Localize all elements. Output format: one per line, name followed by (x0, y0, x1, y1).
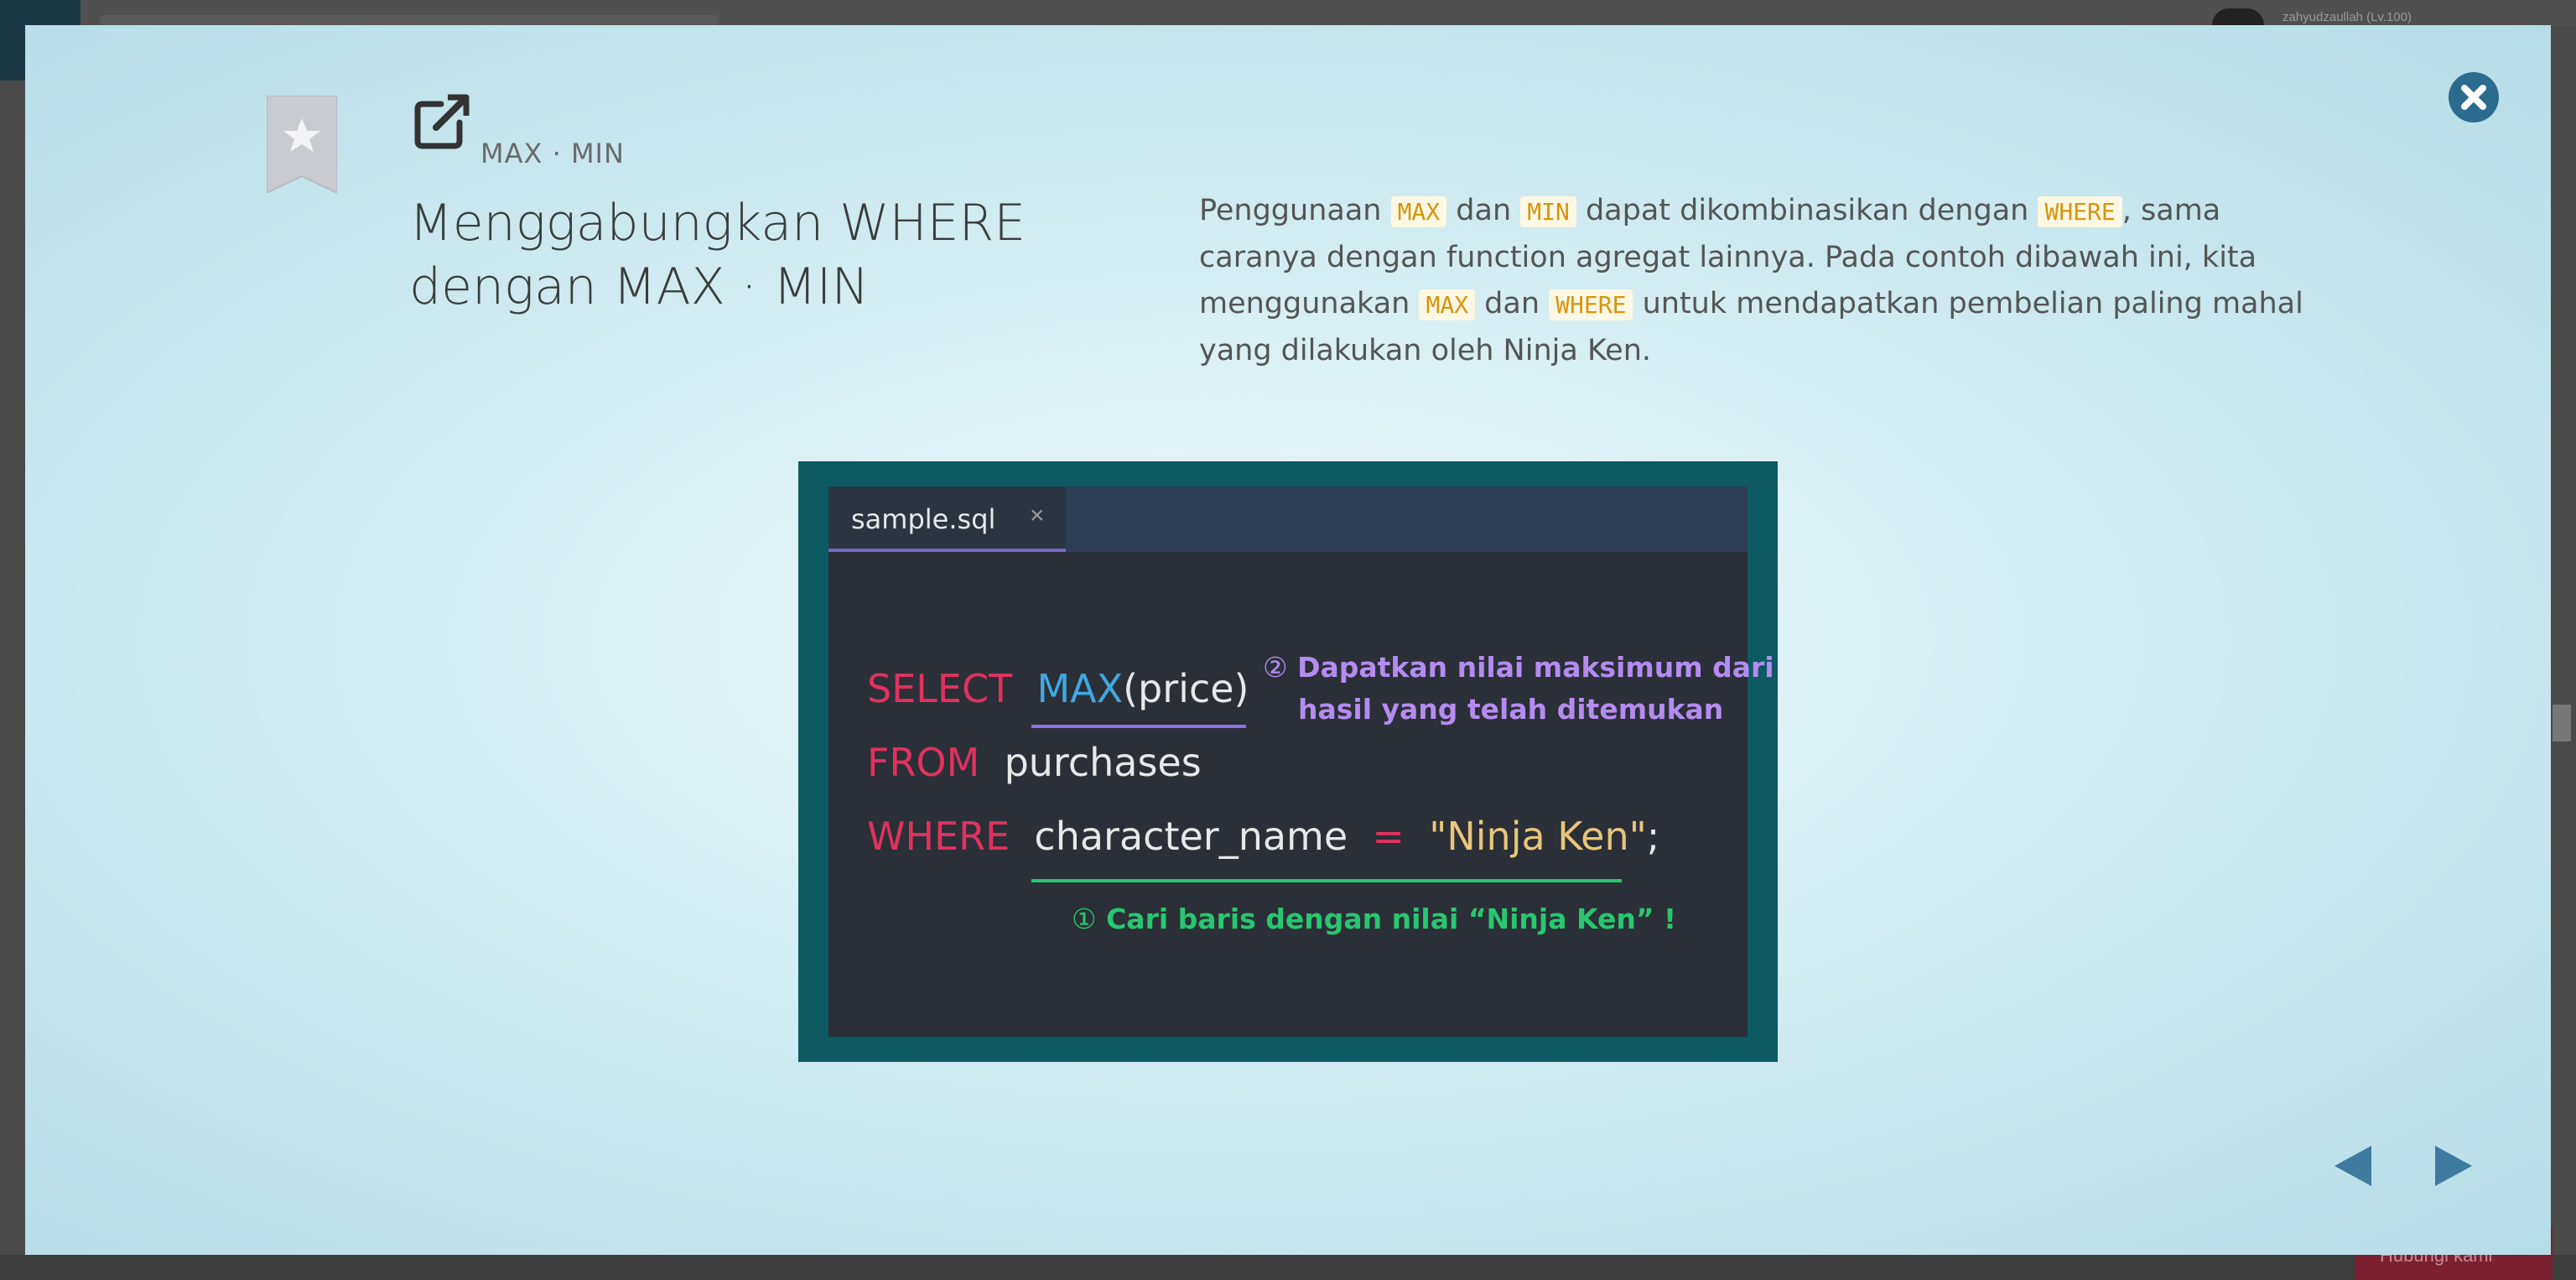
slide-title-line-1: Menggabungkan WHERE (409, 194, 1026, 252)
inline-code-min: MIN (1520, 196, 1576, 227)
next-arrow-icon (2435, 1146, 2472, 1186)
editor-tab-name: sample.sql (851, 503, 996, 535)
slide-description: Penggunaan MAX dan MIN dapat dikombinasi… (1199, 188, 2306, 374)
sql-illustration: sample.sql × SELECT MAX(price) ② Dapatka… (798, 461, 1778, 1062)
code-line-1: SELECT MAX(price) (867, 666, 1249, 711)
next-button[interactable] (2428, 1141, 2479, 1191)
inline-code-where: WHERE (1549, 289, 1633, 320)
note-step-2-line-2: hasil yang telah ditemukan (1298, 693, 1724, 726)
star-bookmark-icon[interactable] (266, 95, 338, 195)
code-operator: = (1372, 814, 1405, 859)
slide-title: Menggabungkan WHERE dengan MAX · MIN (409, 191, 1164, 319)
code-args: (price) (1123, 666, 1249, 711)
code-keyword: SELECT (867, 666, 1013, 711)
code-keyword: WHERE (867, 814, 1010, 859)
desc-text: dan (1475, 287, 1550, 320)
desc-text: dan (1446, 194, 1521, 227)
desc-text: Penggunaan (1199, 194, 1391, 227)
max-underline (1031, 725, 1246, 728)
prev-button[interactable] (2328, 1141, 2378, 1191)
note-number: ② (1263, 651, 1288, 684)
code-editor: sample.sql × SELECT MAX(price) ② Dapatka… (828, 487, 1774, 1037)
note-text: Dapatkan nilai maksimum dari (1297, 651, 1774, 684)
background-bottom-scrollbar (0, 1255, 2576, 1280)
editor-tab: sample.sql × (828, 487, 1066, 552)
note-number: ① (1072, 903, 1097, 935)
code-string: "Ninja Ken" (1429, 814, 1647, 859)
inline-code-max: MAX (1419, 289, 1476, 320)
code-column: character_name (1034, 814, 1348, 859)
inline-code-max: MAX (1390, 196, 1447, 227)
slide-title-line-2: dengan MAX · MIN (409, 258, 870, 316)
slide-modal: MAX · MIN Menggabungkan WHERE dengan MAX… (25, 25, 2551, 1255)
code-function: MAX (1036, 666, 1124, 711)
close-button[interactable] (2449, 72, 2499, 122)
prev-arrow-icon (2334, 1146, 2371, 1186)
background-username: zahyudzaullah (Lv.100) (2283, 10, 2412, 24)
code-table: purchases (1004, 740, 1202, 785)
note-text: Cari baris dengan nilai “Ninja Ken” ! (1106, 903, 1677, 935)
where-underline (1031, 879, 1622, 882)
background-search-bar (99, 15, 719, 25)
background-avatar (2212, 8, 2264, 25)
inline-code-where: WHERE (2038, 196, 2122, 227)
close-icon (2461, 85, 2486, 110)
slide-tag: MAX · MIN (480, 138, 625, 169)
desc-text: dapat dikombinasikan dengan (1576, 194, 2038, 227)
note-step-1: ① Cari baris dengan nilai “Ninja Ken” ! (1072, 903, 1676, 935)
code-line-3: WHERE character_name = "Ninja Ken"; (867, 814, 1659, 859)
code-semicolon: ; (1646, 814, 1660, 859)
editor-tab-bar: sample.sql × (828, 487, 1748, 552)
background-scroll-thumb (2553, 705, 2571, 741)
code-keyword: FROM (867, 740, 980, 785)
external-link-icon[interactable] (413, 92, 471, 151)
tab-close-icon: × (1030, 502, 1045, 529)
note-step-2: ② Dapatkan nilai maksimum dari (1263, 651, 1774, 684)
code-line-2: FROM purchases (867, 740, 1202, 785)
